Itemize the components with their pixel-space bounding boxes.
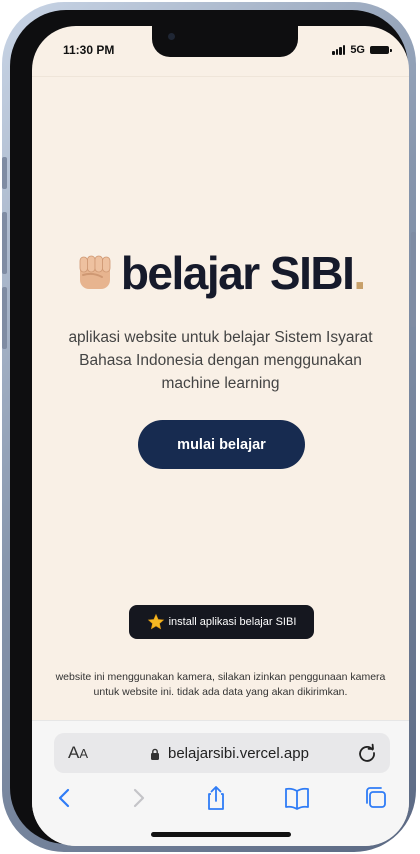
url-text: belajarsibi.vercel.app: [168, 745, 309, 762]
screen: 11:30 PM 5G belajar SIBI . aplikasi webs…: [32, 26, 409, 846]
star-icon: [147, 613, 164, 630]
url-display: belajarsibi.vercel.app: [150, 745, 309, 762]
safari-toolbar: [32, 783, 409, 819]
volume-up-button: [2, 212, 7, 274]
signal-icon: [332, 45, 346, 55]
front-camera: [168, 33, 175, 40]
status-indicators: 5G: [332, 44, 392, 56]
power-button: [411, 232, 416, 327]
title-dot: .: [353, 247, 367, 299]
address-bar[interactable]: AA belajarsibi.vercel.app: [54, 733, 390, 773]
tabs-icon[interactable]: [361, 783, 391, 813]
phone-frame: 11:30 PM 5G belajar SIBI . aplikasi webs…: [2, 2, 416, 852]
volume-down-button: [2, 287, 7, 349]
camera-notice: website ini menggunakan kamera, silakan …: [55, 671, 386, 698]
fist-icon: [79, 255, 111, 289]
app-description: aplikasi website untuk belajar Sistem Is…: [68, 329, 373, 392]
status-bar: 11:30 PM 5G: [32, 26, 409, 74]
header-divider: [32, 76, 409, 77]
install-label: install aplikasi belajar SIBI: [168, 616, 297, 628]
install-app-button[interactable]: install aplikasi belajar SIBI: [129, 605, 314, 639]
status-time: 11:30 PM: [63, 43, 115, 57]
app-title: belajar SIBI: [120, 247, 355, 299]
share-icon[interactable]: [201, 783, 231, 813]
back-icon[interactable]: [50, 783, 80, 813]
safari-bottom-bar: AA belajarsibi.vercel.app: [32, 720, 409, 846]
start-learning-button[interactable]: mulai belajar: [138, 420, 305, 469]
lock-icon: [151, 748, 159, 760]
mute-switch: [2, 157, 7, 189]
reader-aa-button[interactable]: AA: [68, 743, 88, 763]
bookmarks-icon[interactable]: [282, 783, 312, 813]
hero-title: belajar SIBI.: [32, 248, 409, 298]
reload-icon[interactable]: [356, 742, 378, 764]
network-label: 5G: [350, 44, 365, 56]
home-indicator[interactable]: [151, 832, 291, 837]
battery-icon: [370, 46, 392, 54]
notch: [152, 26, 298, 57]
phone-bezel: 11:30 PM 5G belajar SIBI . aplikasi webs…: [10, 10, 409, 846]
forward-icon[interactable]: [123, 783, 153, 813]
